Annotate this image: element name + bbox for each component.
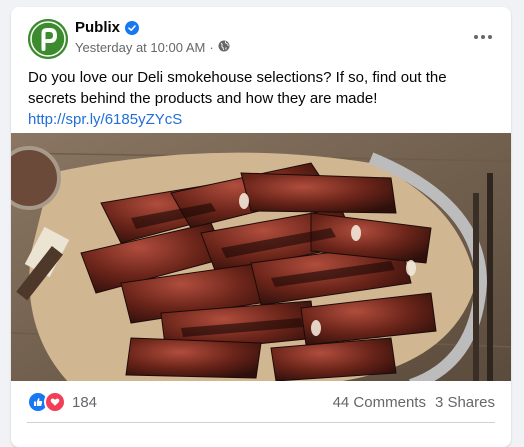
ribs-photo-image [11,133,511,381]
shares-count[interactable]: 3 Shares [435,394,495,411]
love-icon [44,391,66,413]
post-timestamp[interactable]: Yesterday at 10:00 AM [75,40,205,55]
meta-separator: · [209,40,214,55]
more-dot-icon [474,35,478,39]
post-card: Publix Yesterday at 10:00 AM · Do you lo… [11,7,511,447]
more-dot-icon [488,35,492,39]
page-avatar[interactable] [28,19,68,59]
post-meta: Yesterday at 10:00 AM · [75,40,230,55]
post-link[interactable]: http://spr.ly/6185yZYcS [28,111,182,128]
post-message: Do you love our Deli smokehouse selectio… [28,69,447,107]
page-name[interactable]: Publix [75,19,120,36]
post-text: Do you love our Deli smokehouse selectio… [11,63,511,133]
post-image[interactable] [11,133,511,381]
verified-badge-icon [125,20,140,35]
page-name-row: Publix [75,19,140,36]
divider [27,422,495,423]
publix-logo-icon [28,19,68,59]
reaction-icons[interactable] [27,391,66,413]
reaction-count[interactable]: 184 [72,394,97,411]
globe-icon[interactable] [218,40,230,55]
engagement-stats: 44 Comments 3 Shares [333,394,495,411]
more-options-button[interactable] [465,23,501,51]
comments-count[interactable]: 44 Comments [333,394,426,411]
more-dot-icon [481,35,485,39]
reactions-bar: 184 44 Comments 3 Shares [11,381,511,423]
post-header: Publix Yesterday at 10:00 AM · [11,7,511,63]
